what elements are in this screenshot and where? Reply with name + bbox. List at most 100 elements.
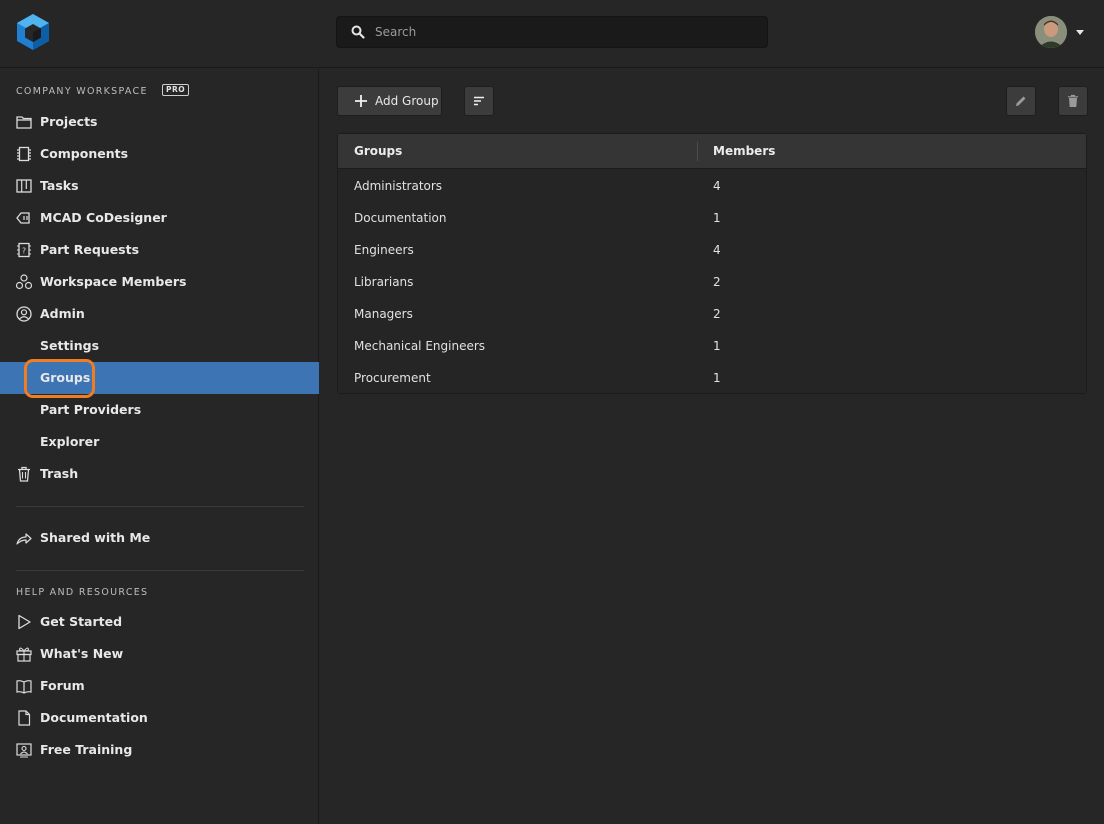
group-name-cell: Managers	[354, 307, 413, 321]
sidebar-item-label: Get Started	[40, 614, 123, 629]
sidebar-item-components[interactable]: Components	[0, 138, 319, 170]
share-arrow-icon	[16, 533, 32, 545]
chip-icon	[17, 146, 31, 162]
pencil-icon	[1016, 96, 1026, 106]
column-separator[interactable]	[697, 142, 698, 161]
sidebar-item-label: Documentation	[40, 710, 148, 725]
sidebar-divider	[16, 570, 304, 571]
table-header: Groups Members	[338, 134, 1086, 169]
members-count-cell: 2	[713, 307, 721, 321]
members-count-cell: 1	[713, 371, 721, 385]
table-row[interactable]: Mechanical Engineers 1	[338, 330, 1086, 362]
sidebar-item-label: Explorer	[40, 434, 100, 449]
sidebar-item-label: MCAD CoDesigner	[40, 210, 167, 225]
sidebar-item-part-providers[interactable]: Part Providers	[0, 394, 319, 426]
members-count-cell: 2	[713, 275, 721, 289]
svg-text:?: ?	[22, 247, 26, 256]
sidebar: COMPANY WORKSPACE PRO Projects Component…	[0, 69, 319, 824]
sidebar-item-shared-with-me[interactable]: Shared with Me	[0, 522, 319, 554]
group-name-cell: Documentation	[354, 211, 447, 225]
search-icon	[351, 25, 365, 39]
table-row[interactable]: Documentation 1	[338, 202, 1086, 234]
training-icon	[16, 743, 32, 758]
sidebar-item-settings[interactable]: Settings	[0, 330, 319, 362]
sidebar-item-explorer[interactable]: Explorer	[0, 426, 319, 458]
search-box[interactable]	[336, 16, 768, 48]
sidebar-item-whats-new[interactable]: What's New	[0, 638, 319, 670]
top-bar	[0, 0, 1104, 68]
sidebar-item-forum[interactable]: Forum	[0, 670, 319, 702]
admin-icon	[16, 306, 32, 322]
workspace-section-title: COMPANY WORKSPACE	[16, 86, 148, 97]
sidebar-item-workspace-members[interactable]: Workspace Members	[0, 266, 319, 298]
table-row[interactable]: Engineers 4	[338, 234, 1086, 266]
table-row[interactable]: Procurement 1	[338, 362, 1086, 394]
plus-icon	[355, 95, 367, 107]
folder-icon	[16, 116, 32, 129]
mcad-icon	[16, 212, 30, 224]
sidebar-item-label: Trash	[40, 466, 79, 481]
book-icon	[16, 680, 32, 694]
column-header-members[interactable]: Members	[713, 144, 775, 158]
members-count-cell: 1	[713, 211, 721, 225]
add-group-label: Add Group	[375, 94, 439, 108]
group-name-cell: Mechanical Engineers	[354, 339, 486, 353]
document-icon	[18, 710, 31, 726]
sidebar-item-label: Settings	[40, 338, 100, 353]
trash-icon	[1068, 94, 1078, 107]
part-request-icon: ?	[17, 242, 31, 258]
pro-badge: PRO	[162, 84, 190, 96]
group-name-cell: Administrators	[354, 179, 443, 193]
add-group-button[interactable]: Add Group	[337, 86, 442, 116]
edit-button[interactable]	[1006, 86, 1036, 116]
sidebar-item-admin[interactable]: Admin	[0, 298, 319, 330]
sidebar-item-tasks[interactable]: Tasks	[0, 170, 319, 202]
members-count-cell: 4	[713, 179, 721, 193]
sidebar-item-label: Groups	[40, 370, 91, 385]
sidebar-item-label: Tasks	[40, 178, 79, 193]
group-name-cell: Engineers	[354, 243, 414, 257]
sort-button[interactable]	[464, 86, 494, 116]
sidebar-item-free-training[interactable]: Free Training	[0, 734, 319, 766]
column-header-groups[interactable]: Groups	[354, 144, 402, 158]
sidebar-item-label: Components	[40, 146, 129, 161]
trash-icon	[18, 466, 30, 482]
sidebar-item-label: Workspace Members	[40, 274, 187, 289]
sidebar-item-part-requests[interactable]: ? Part Requests	[0, 234, 319, 266]
user-avatar[interactable]	[1035, 16, 1067, 48]
gift-icon	[16, 647, 32, 662]
sidebar-item-label: Part Providers	[40, 402, 142, 417]
avatar-photo-icon	[1035, 16, 1067, 48]
sidebar-item-documentation[interactable]: Documentation	[0, 702, 319, 734]
sort-icon	[474, 96, 484, 106]
sidebar-item-label: Part Requests	[40, 242, 140, 257]
group-name-cell: Librarians	[354, 275, 414, 289]
sidebar-item-trash[interactable]: Trash	[0, 458, 319, 490]
members-count-cell: 1	[713, 339, 721, 353]
table-row[interactable]: Librarians 2	[338, 266, 1086, 298]
sidebar-item-label: Projects	[40, 114, 98, 129]
app-logo-icon[interactable]	[14, 12, 52, 52]
sidebar-item-label: What's New	[40, 646, 124, 661]
main-content: Add Group Groups Members Administrators …	[320, 69, 1104, 824]
delete-button[interactable]	[1058, 86, 1088, 116]
sidebar-item-label: Admin	[40, 306, 85, 321]
sidebar-item-mcad-codesigner[interactable]: MCAD CoDesigner	[0, 202, 319, 234]
table-row[interactable]: Administrators 4	[338, 170, 1086, 202]
members-count-cell: 4	[713, 243, 721, 257]
table-row[interactable]: Managers 2	[338, 298, 1086, 330]
sidebar-item-label: Shared with Me	[40, 530, 151, 545]
sidebar-item-groups[interactable]: Groups	[0, 362, 319, 394]
group-name-cell: Procurement	[354, 371, 431, 385]
sidebar-item-label: Free Training	[40, 742, 133, 757]
play-icon	[18, 614, 31, 630]
search-input[interactable]	[375, 17, 755, 47]
groups-table: Groups Members Administrators 4 Document…	[337, 133, 1087, 394]
chevron-down-icon[interactable]	[1075, 28, 1085, 36]
members-icon	[15, 274, 33, 290]
sidebar-item-get-started[interactable]: Get Started	[0, 606, 319, 638]
kanban-icon	[16, 179, 32, 193]
sidebar-item-label: Forum	[40, 678, 85, 693]
sidebar-item-projects[interactable]: Projects	[0, 106, 319, 138]
sidebar-divider	[16, 506, 304, 507]
